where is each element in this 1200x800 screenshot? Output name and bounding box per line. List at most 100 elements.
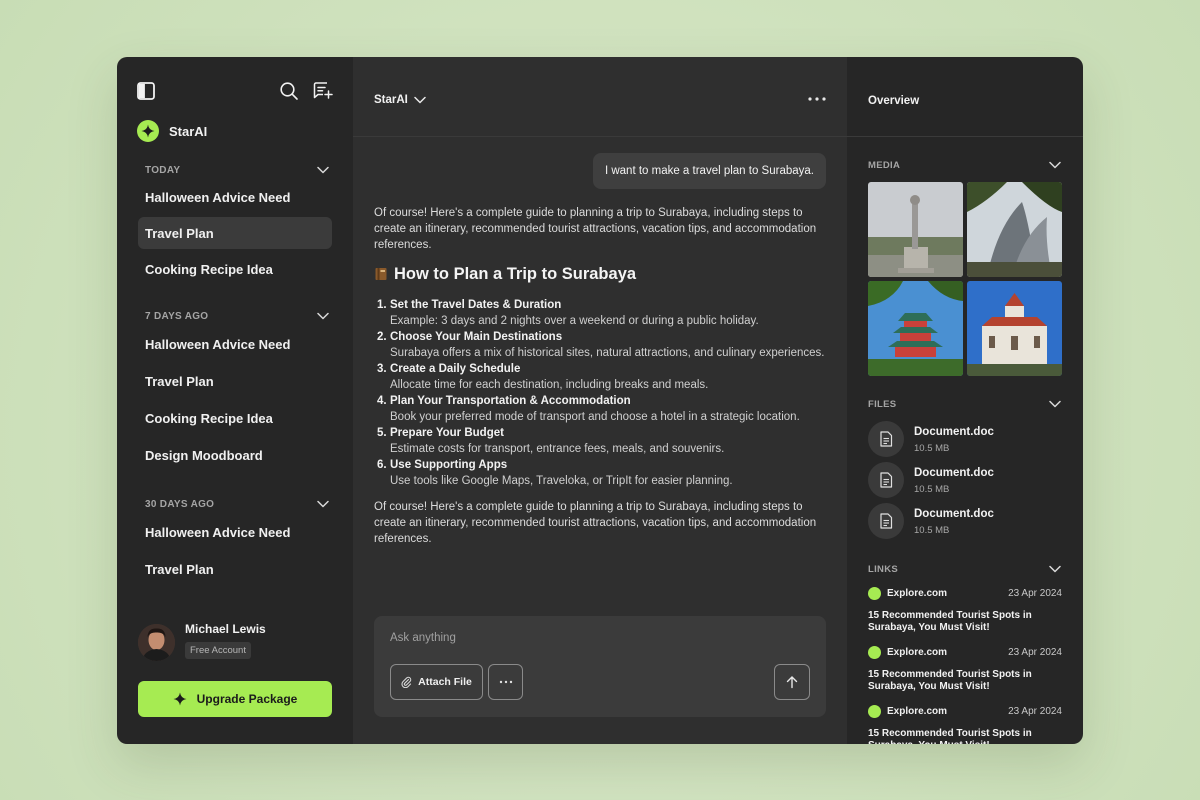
step-title: Create a Daily Schedule [390, 363, 521, 375]
group-7-days-header[interactable]: 7 DAYS AGO [145, 309, 329, 323]
steps-list: 1. Set the Travel Dates & Duration Exampl… [377, 297, 826, 489]
media-grid [868, 182, 1062, 376]
chevron-down-icon [317, 500, 329, 508]
media-section-header[interactable]: MEDIA [868, 158, 1061, 172]
sidebar-item-travel-plan[interactable]: Travel Plan [138, 553, 332, 585]
link-source-name: Explore.com [887, 705, 948, 717]
book-icon [375, 268, 387, 280]
files-section-header[interactable]: FILES [868, 397, 1061, 411]
answer-intro: Of course! Here's a complete guide to pl… [374, 207, 817, 251]
sidebar-item-halloween[interactable]: Halloween Advice Need [138, 181, 332, 213]
ellipsis-icon [499, 680, 512, 684]
upgrade-button[interactable]: Upgrade Package [138, 681, 332, 717]
step-title: Choose Your Main Destinations [390, 331, 563, 343]
user-profile[interactable]: Michael Lewis Free Account [138, 622, 266, 661]
app-window: StarAI TODAY Halloween Advice Need Trave… [117, 57, 1083, 744]
file-name: Document.doc [914, 466, 994, 479]
step-desc: Allocate time for each destination, incl… [390, 379, 709, 391]
sidebar-item-halloween[interactable]: Halloween Advice Need [138, 516, 332, 548]
group-today-header[interactable]: TODAY [145, 163, 329, 177]
media-thumbnail[interactable] [868, 281, 963, 376]
list-item: 6. Use Supporting Apps Use tools like Goo… [377, 457, 826, 489]
ask-input[interactable] [390, 632, 790, 644]
document-icon [868, 421, 904, 457]
link-item[interactable]: Explore.com 23 Apr 2024 15 Recommended T… [868, 645, 1062, 693]
upgrade-label: Upgrade Package [196, 692, 298, 706]
brand-name: StarAI [169, 123, 208, 139]
step-number: 4. [377, 395, 387, 407]
media-thumbnail[interactable] [967, 281, 1062, 376]
new-chat-icon[interactable] [313, 81, 333, 101]
file-item[interactable]: Document.doc 10.5 MB [868, 462, 994, 498]
chat-panel: StarAI I want to make a travel plan to S… [353, 57, 847, 744]
link-title[interactable]: 15 Recommended Tourist Spots in Surabaya… [868, 728, 1062, 744]
file-size: 10.5 MB [914, 524, 950, 536]
section-label: MEDIA [868, 159, 901, 171]
sidebar-item-halloween[interactable]: Halloween Advice Need [138, 328, 332, 360]
group-label: 7 DAYS AGO [145, 310, 209, 322]
site-favicon-icon [868, 645, 881, 659]
link-title[interactable]: 15 Recommended Tourist Spots in Surabaya… [868, 610, 1062, 634]
step-desc: Estimate costs for transport, entrance f… [390, 443, 725, 455]
link-item[interactable]: Explore.com 23 Apr 2024 15 Recommended T… [868, 704, 1062, 744]
step-number: 5. [377, 427, 387, 439]
link-date: 23 Apr 2024 [1008, 646, 1062, 658]
list-item: 1. Set the Travel Dates & Duration Exampl… [377, 297, 826, 329]
section-label: LINKS [868, 563, 898, 575]
list-item: 4. Plan Your Transportation & Accommodat… [377, 393, 826, 425]
overview-header: Overview [847, 57, 1083, 137]
sidebar-item-travel-plan[interactable]: Travel Plan [138, 365, 332, 397]
more-options-icon[interactable] [807, 95, 827, 103]
sidebar-item-cooking[interactable]: Cooking Recipe Idea [138, 402, 332, 434]
group-label: TODAY [145, 164, 181, 176]
group-30-days-header[interactable]: 30 DAYS AGO [145, 497, 329, 511]
step-number: 1. [377, 299, 387, 311]
brand: StarAI [137, 120, 207, 142]
paperclip-icon [401, 676, 412, 688]
step-desc: Book your preferred mode of transport an… [390, 411, 800, 423]
search-icon[interactable] [279, 81, 299, 101]
section-label: FILES [868, 398, 897, 410]
media-thumbnail[interactable] [967, 182, 1062, 277]
list-item: 3. Create a Daily Schedule Allocate time … [377, 361, 826, 393]
document-icon [868, 462, 904, 498]
link-source: Explore.com [868, 704, 948, 718]
sidebar-item-design-moodboard[interactable]: Design Moodboard [138, 439, 332, 471]
file-item[interactable]: Document.doc 10.5 MB [868, 503, 994, 539]
sidebar-toggle-icon[interactable] [137, 82, 155, 100]
chevron-down-icon [1049, 161, 1061, 169]
star-logo-icon [137, 120, 159, 142]
model-selector[interactable]: StarAI [374, 94, 426, 106]
step-title: Use Supporting Apps [390, 459, 508, 471]
send-button[interactable] [774, 664, 810, 700]
sidebar-toolbar [137, 81, 333, 103]
chevron-down-icon [317, 166, 329, 174]
chevron-down-icon [414, 96, 426, 104]
link-item[interactable]: Explore.com 23 Apr 2024 15 Recommended T… [868, 586, 1062, 634]
site-favicon-icon [868, 704, 881, 718]
attach-file-button[interactable]: Attach File [390, 664, 483, 700]
link-source: Explore.com [868, 645, 947, 659]
chevron-down-icon [1049, 565, 1061, 573]
sidebar-item-cooking[interactable]: Cooking Recipe Idea [138, 253, 332, 285]
attach-label: Attach File [418, 676, 472, 688]
step-title: Plan Your Transportation & Accommodation [390, 395, 631, 407]
file-item[interactable]: Document.doc 10.5 MB [868, 421, 994, 457]
chat-header: StarAI [353, 57, 847, 137]
step-desc: Example: 3 days and 2 nights over a week… [390, 315, 759, 327]
list-item: 2. Choose Your Main Destinations Surabaya… [377, 329, 826, 361]
step-desc: Surabaya offers a mix of historical site… [390, 347, 825, 359]
link-source-name: Explore.com [887, 587, 948, 599]
media-thumbnail[interactable] [868, 182, 963, 277]
answer-heading-text: How to Plan a Trip to Surabaya [394, 265, 637, 283]
link-date: 23 Apr 2024 [1008, 587, 1062, 599]
more-tools-button[interactable] [488, 664, 523, 700]
sparkle-icon [173, 692, 187, 706]
sidebar-item-travel-plan[interactable]: Travel Plan [138, 217, 332, 249]
link-title[interactable]: 15 Recommended Tourist Spots in Surabaya… [868, 669, 1062, 693]
answer-heading: How to Plan a Trip to Surabaya [374, 263, 826, 285]
composer: Attach File [374, 616, 826, 717]
file-name: Document.doc [914, 425, 994, 438]
site-favicon-icon [868, 586, 881, 600]
links-section-header[interactable]: LINKS [868, 562, 1061, 576]
